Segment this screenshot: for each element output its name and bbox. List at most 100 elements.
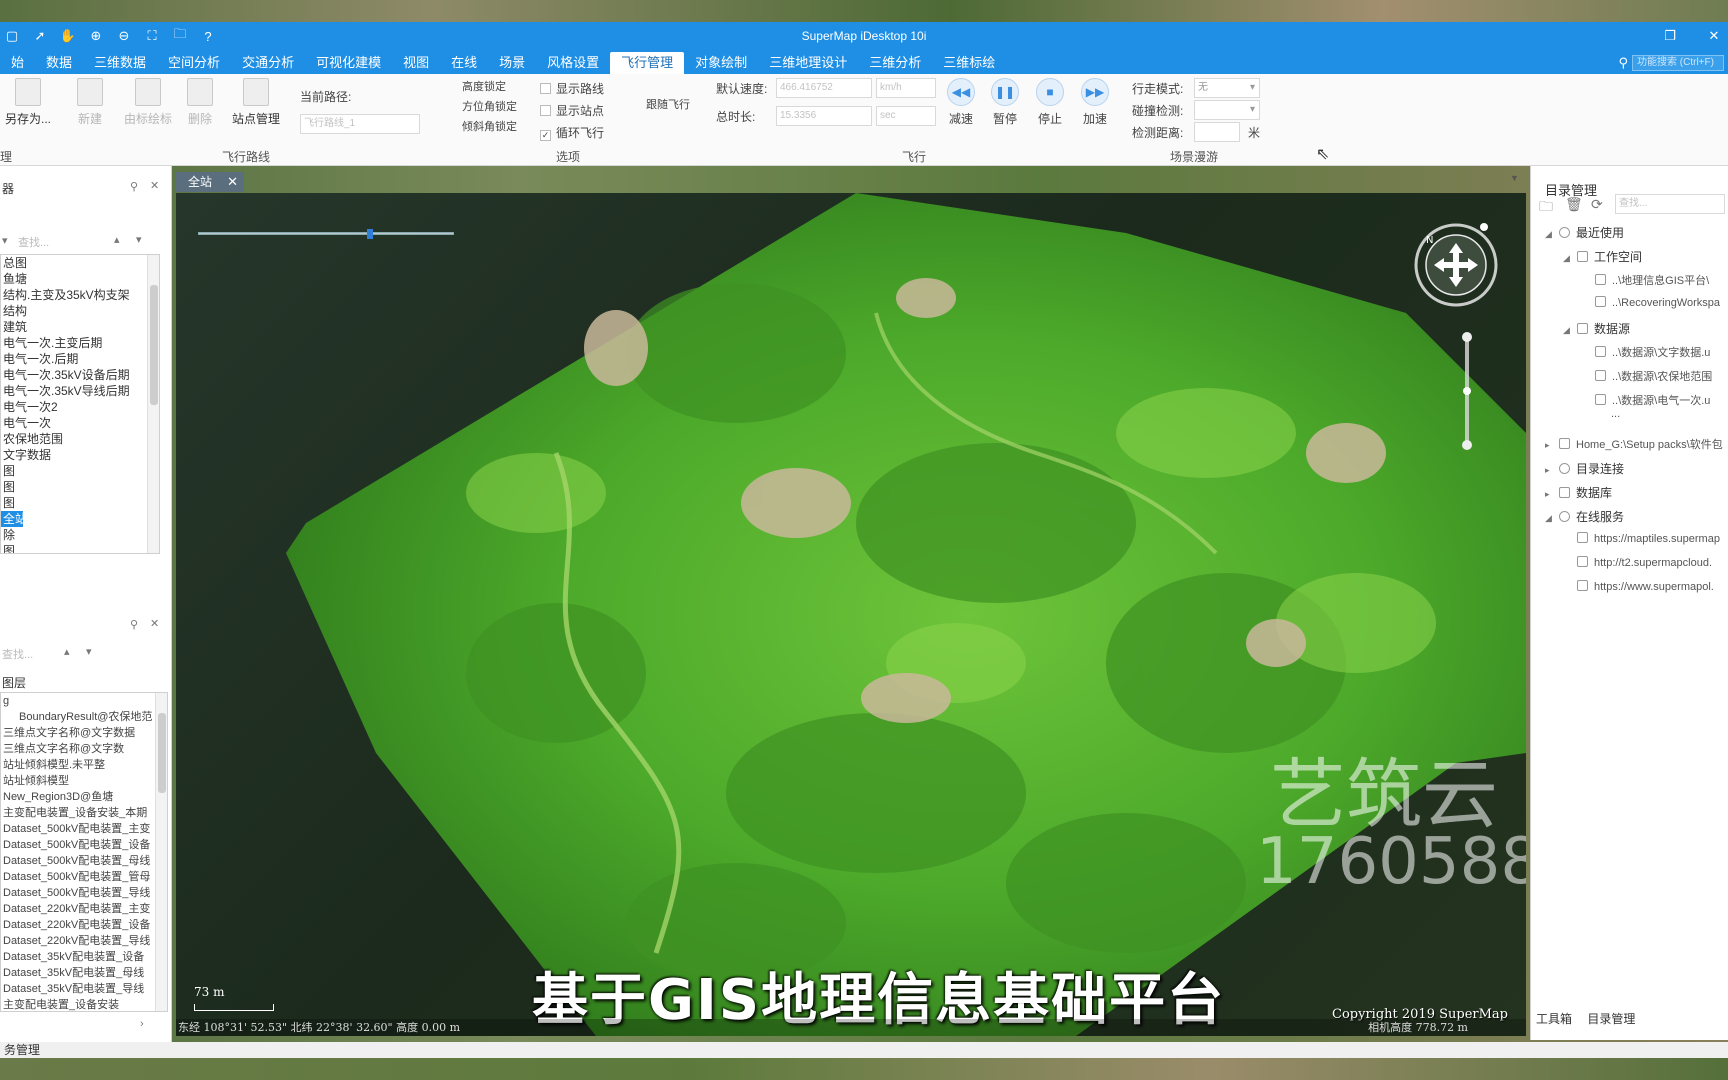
tree-item[interactable]: 农保地范围 bbox=[1, 431, 159, 447]
tree-item[interactable]: 电气一次.35kV设备后期 bbox=[1, 367, 159, 383]
tree-item[interactable]: 图 bbox=[1, 479, 159, 495]
up-arrow-icon[interactable]: ▴ bbox=[114, 233, 120, 246]
tab-0[interactable]: 始 bbox=[0, 52, 35, 74]
layer-item[interactable]: Dataset_220kV配电装置_导线 bbox=[1, 933, 167, 949]
tab-5[interactable]: 可视化建模 bbox=[305, 52, 392, 74]
tree-item[interactable]: 全站 bbox=[1, 511, 27, 527]
zoom-out-icon[interactable] bbox=[1462, 440, 1472, 450]
chevron-down-icon[interactable]: ▾ bbox=[2, 234, 8, 247]
flight-progress-slider[interactable] bbox=[198, 229, 454, 239]
decelerate-button[interactable]: ◀◀ 减速 bbox=[941, 78, 981, 127]
from-tags-button[interactable]: 由标绘标 bbox=[118, 74, 178, 127]
tab-1[interactable]: 数据 bbox=[35, 52, 83, 74]
collapse-icon[interactable]: ◢ bbox=[1563, 253, 1573, 264]
save-as-button[interactable]: 另存为... bbox=[2, 74, 54, 127]
online-service-item[interactable]: https://www.supermapol. bbox=[1577, 580, 1714, 593]
close-panel-icon[interactable]: ✕ bbox=[150, 179, 159, 192]
scrollbar[interactable] bbox=[155, 693, 167, 1011]
tree-item[interactable]: 电气一次.后期 bbox=[1, 351, 159, 367]
collapse-icon[interactable]: ◢ bbox=[1563, 325, 1573, 336]
online-service-item[interactable]: http://t2.supermapcloud. bbox=[1577, 556, 1712, 569]
layer-item[interactable]: 主变配电装置_设备安装_本期 bbox=[1, 805, 167, 821]
database-node[interactable]: ▸ 数据库 bbox=[1545, 484, 1612, 501]
function-search-input[interactable]: 功能搜索 (Ctrl+F) bbox=[1632, 55, 1724, 71]
expand-icon[interactable]: ▸ bbox=[1545, 440, 1555, 451]
detect-distance-input[interactable] bbox=[1194, 122, 1240, 142]
scene-tab[interactable]: 全站 ✕ bbox=[176, 172, 244, 192]
close-tab-icon[interactable]: ✕ bbox=[227, 172, 238, 192]
new-folder-icon[interactable]: 🗀 bbox=[1539, 196, 1553, 220]
layer-item[interactable]: Dataset_220kV配电装置_设备 bbox=[1, 917, 167, 933]
tab-dropdown-icon[interactable]: ▼ bbox=[1510, 173, 1519, 183]
catalog-manager-tab[interactable]: 目录管理 bbox=[1587, 1012, 1635, 1026]
layer-item[interactable]: Dataset_35kV配电装置_设备 bbox=[1, 949, 167, 965]
tree-item[interactable]: 电气一次.主变后期 bbox=[1, 335, 159, 351]
tab-2[interactable]: 三维数据 bbox=[83, 52, 157, 74]
pause-button[interactable]: ❚❚ 暂停 bbox=[985, 78, 1025, 127]
tree-item[interactable]: 文字数据 bbox=[1, 447, 159, 463]
pin-icon[interactable]: ⚲ bbox=[130, 180, 138, 193]
directory-connection-node[interactable]: ▸ 目录连接 bbox=[1545, 460, 1624, 477]
lock-azimuth-option[interactable]: 方位角锁定 bbox=[462, 98, 517, 114]
tab-7[interactable]: 在线 bbox=[440, 52, 488, 74]
tree-item[interactable]: 图 bbox=[1, 463, 159, 479]
tab-13[interactable]: 三维分析 bbox=[858, 52, 932, 74]
tab-4[interactable]: 交通分析 bbox=[231, 52, 305, 74]
scrollbar-thumb[interactable] bbox=[150, 285, 158, 405]
tab-14[interactable]: 三维标绘 bbox=[932, 52, 1006, 74]
datasource-item[interactable]: ..\数据源\农保地范围 bbox=[1595, 368, 1712, 384]
slider-knob[interactable] bbox=[367, 229, 373, 239]
tree-item[interactable]: 电气一次 bbox=[1, 415, 159, 431]
new-route-button[interactable]: 新建 bbox=[64, 74, 116, 127]
workspace-node[interactable]: ◢ 工作空间 bbox=[1563, 248, 1642, 265]
tree-item[interactable]: 电气一次.35kV导线后期 bbox=[1, 383, 159, 399]
close-icon[interactable]: ✕ bbox=[1706, 28, 1722, 44]
restore-icon[interactable]: ❐ bbox=[1662, 28, 1678, 44]
layer-item[interactable]: 主变配电装置_设备安装 bbox=[1, 997, 167, 1011]
tree-item[interactable]: 结构.主变及35kV构支架 bbox=[1, 287, 159, 303]
walk-mode-select[interactable]: 无 ▾ bbox=[1194, 78, 1260, 98]
expand-icon[interactable]: ▸ bbox=[1545, 465, 1555, 476]
station-manage-button[interactable]: 站点管理 bbox=[226, 74, 286, 127]
collapse-icon[interactable]: ◢ bbox=[1545, 513, 1555, 524]
zoom-slider[interactable] bbox=[1462, 331, 1472, 451]
speed-unit-select[interactable]: km/h bbox=[876, 78, 936, 98]
scrollbar[interactable] bbox=[147, 255, 159, 553]
home-folder-node[interactable]: ▸ Home_G:\Setup packs\软件包 bbox=[1545, 436, 1723, 452]
layer-item[interactable]: Dataset_35kV配电装置_导线 bbox=[1, 981, 167, 997]
time-unit-select[interactable]: sec bbox=[876, 106, 936, 126]
datasource-item[interactable]: ..\数据源\电气一次.u bbox=[1595, 392, 1710, 408]
tree-item[interactable]: 总图 bbox=[1, 255, 159, 271]
lock-tilt-option[interactable]: 倾斜角锁定 bbox=[462, 118, 517, 134]
tab-12[interactable]: 三维地理设计 bbox=[758, 52, 858, 74]
layer-item[interactable]: Dataset_500kV配电装置_母线 bbox=[1, 853, 167, 869]
down-arrow-icon[interactable]: ▾ bbox=[136, 233, 142, 246]
tab-10[interactable]: 飞行管理 bbox=[610, 52, 685, 74]
delete-button[interactable]: 删除 bbox=[174, 74, 226, 127]
scene-viewport[interactable]: N 艺筑云 1760588 基于GIS地理信息基础平台 73 m Copyrig… bbox=[176, 193, 1526, 1036]
tab-9[interactable]: 风格设置 bbox=[536, 52, 610, 74]
tree-item[interactable]: 图 bbox=[1, 543, 159, 553]
tree-item[interactable]: 结构 bbox=[1, 303, 159, 319]
layer-item[interactable]: Dataset_500kV配电装置_导线 bbox=[1, 885, 167, 901]
datasource-node[interactable]: ◢ 数据源 bbox=[1563, 320, 1630, 337]
expand-icon[interactable]: ▸ bbox=[1545, 489, 1555, 500]
current-route-select[interactable]: 飞行路线_1 bbox=[300, 114, 420, 134]
total-time-input[interactable]: 15.3356 bbox=[776, 106, 872, 126]
zoom-knob[interactable] bbox=[1463, 387, 1471, 395]
show-stations-checkbox[interactable]: 显示站点 bbox=[540, 102, 604, 119]
layer-item[interactable]: Dataset_500kV配电装置_设备 bbox=[1, 837, 167, 853]
close-panel-icon[interactable]: ✕ bbox=[150, 617, 159, 630]
zoom-in-icon[interactable] bbox=[1462, 332, 1472, 342]
layer-item[interactable]: g bbox=[1, 693, 167, 709]
online-service-node[interactable]: ◢ 在线服务 bbox=[1545, 508, 1624, 525]
task-manager-bar[interactable]: 务管理 bbox=[0, 1042, 1728, 1058]
compass-handle[interactable] bbox=[1480, 223, 1488, 231]
tab-6[interactable]: 视图 bbox=[392, 52, 440, 74]
catalog-search-input[interactable]: 查找... bbox=[1615, 194, 1725, 214]
pin-icon[interactable]: ⚲ bbox=[130, 618, 138, 631]
layer-find-input[interactable]: 查找... bbox=[2, 646, 33, 662]
workspace-item[interactable]: ..\RecoveringWorkspa bbox=[1595, 296, 1720, 309]
tab-3[interactable]: 空间分析 bbox=[157, 52, 231, 74]
follow-flight-option[interactable]: 跟随飞行 bbox=[646, 96, 690, 112]
